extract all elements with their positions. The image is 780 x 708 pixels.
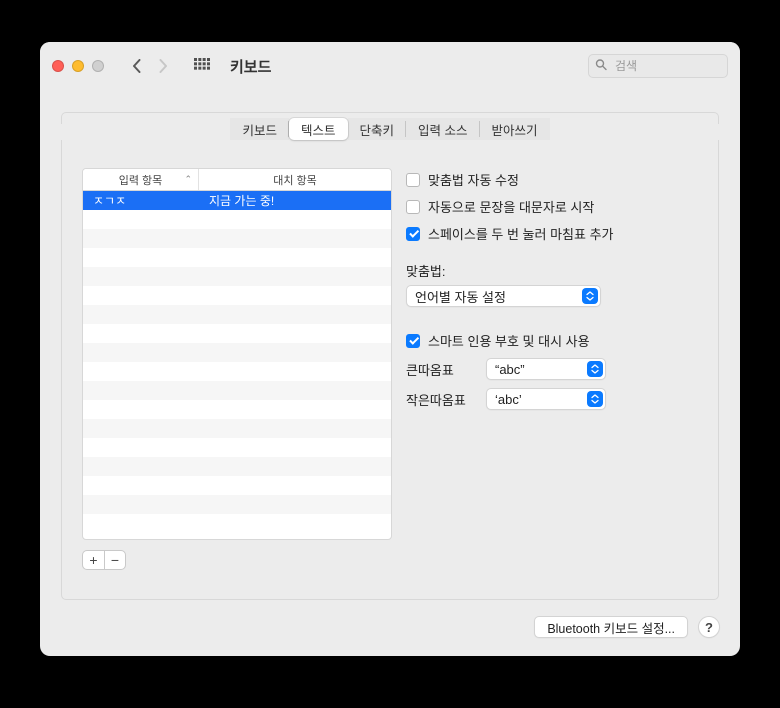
double-space-checkbox[interactable] [406, 227, 420, 241]
table-body[interactable]: ㅈㄱㅈ 지금 가는 중! [83, 191, 391, 539]
main-row: 입력 항목 ⌃ 대치 항목 ㅈㄱㅈ 지금 가는 중! [82, 168, 698, 599]
cell-replace: 지금 가는 중! [199, 191, 391, 210]
select-arrows-icon [587, 361, 603, 377]
single-quote-value: ‘abc’ [495, 392, 522, 407]
spelling-value: 언어별 자동 설정 [415, 287, 506, 306]
traffic-lights [52, 60, 104, 72]
minus-icon: − [111, 552, 119, 568]
table-row[interactable]: ㅈㄱㅈ 지금 가는 중! [83, 191, 391, 210]
help-button[interactable]: ? [698, 616, 720, 638]
option-autocorrect: 맞춤법 자동 수정 [406, 170, 698, 189]
titlebar: 키보드 [40, 42, 740, 90]
table-header: 입력 항목 ⌃ 대치 항목 [83, 169, 391, 191]
select-arrows-icon [582, 288, 598, 304]
double-quote-label: 큰따옴표 [406, 360, 474, 379]
select-arrows-icon [587, 391, 603, 407]
table-row[interactable] [83, 305, 391, 324]
table-row[interactable] [83, 495, 391, 514]
add-button[interactable]: + [82, 550, 104, 570]
table-row[interactable] [83, 267, 391, 286]
table-row[interactable] [83, 286, 391, 305]
single-quote-select[interactable]: ‘abc’ [486, 388, 606, 410]
table-row[interactable] [83, 343, 391, 362]
chevron-right-icon [158, 59, 168, 73]
double-quote-select[interactable]: “abc” [486, 358, 606, 380]
plus-icon: + [89, 552, 97, 568]
tab-keyboard[interactable]: 키보드 [230, 118, 289, 140]
single-quote-row: 작은따옴표 ‘abc’ [406, 388, 698, 410]
spelling-select[interactable]: 언어별 자동 설정 [406, 285, 601, 307]
table-row[interactable] [83, 514, 391, 533]
column-header-input[interactable]: 입력 항목 ⌃ [83, 169, 199, 190]
chevron-left-icon [132, 59, 142, 73]
search-input[interactable] [588, 54, 728, 78]
window-title: 키보드 [230, 56, 271, 77]
minimize-button[interactable] [72, 60, 84, 72]
nav-arrows [126, 55, 174, 77]
grid-icon [194, 58, 210, 74]
remove-button[interactable]: − [104, 550, 126, 570]
search-field-wrap [588, 54, 728, 78]
table-row[interactable] [83, 248, 391, 267]
double-quote-row: 큰따옴표 “abc” [406, 358, 698, 380]
help-icon: ? [705, 620, 713, 635]
content: 키보드 텍스트 단축키 입력 소스 받아쓰기 입력 항목 ⌃ 대치 항목 [40, 90, 740, 616]
table-row[interactable] [83, 229, 391, 248]
double-quote-value: “abc” [495, 362, 525, 377]
table-row[interactable] [83, 362, 391, 381]
segmented-control: 키보드 텍스트 단축키 입력 소스 받아쓰기 [230, 118, 549, 140]
capitalize-label: 자동으로 문장을 대문자로 시작 [428, 197, 594, 216]
capitalize-checkbox[interactable] [406, 200, 420, 214]
replacements-table: 입력 항목 ⌃ 대치 항목 ㅈㄱㅈ 지금 가는 중! [82, 168, 392, 540]
table-row[interactable] [83, 400, 391, 419]
search-icon [595, 59, 607, 74]
sort-caret-icon: ⌃ [184, 174, 192, 185]
forward-button [152, 55, 174, 77]
option-capitalize: 자동으로 문장을 대문자로 시작 [406, 197, 698, 216]
table-row[interactable] [83, 438, 391, 457]
tab-text[interactable]: 텍스트 [289, 118, 348, 140]
table-row[interactable] [83, 324, 391, 343]
smart-quotes-checkbox[interactable] [406, 334, 420, 348]
add-remove-buttons: + − [82, 550, 392, 570]
single-quote-label: 작은따옴표 [406, 390, 474, 409]
group-box: 입력 항목 ⌃ 대치 항목 ㅈㄱㅈ 지금 가는 중! [61, 140, 719, 600]
preferences-window: 키보드 키보드 텍스트 단축키 입력 소스 받아쓰기 [40, 42, 740, 656]
bluetooth-keyboard-button[interactable]: Bluetooth 키보드 설정... [534, 616, 688, 638]
option-smart-quotes: 스마트 인용 부호 및 대시 사용 [406, 331, 698, 350]
left-pane: 입력 항목 ⌃ 대치 항목 ㅈㄱㅈ 지금 가는 중! [82, 168, 392, 599]
autocorrect-checkbox[interactable] [406, 173, 420, 187]
right-pane: 맞춤법 자동 수정 자동으로 문장을 대문자로 시작 스페이스를 두 번 눌러 … [406, 168, 698, 599]
quote-grid: 큰따옴표 “abc” 작은따옴표 ‘abc’ [406, 358, 698, 410]
column-header-replace[interactable]: 대치 항목 [199, 169, 391, 190]
show-all-button[interactable] [192, 56, 212, 76]
spelling-label: 맞춤법: [406, 261, 698, 280]
option-double-space: 스페이스를 두 번 눌러 마침표 추가 [406, 224, 698, 243]
double-space-label: 스페이스를 두 번 눌러 마침표 추가 [428, 224, 614, 243]
table-row[interactable] [83, 457, 391, 476]
tab-input-sources[interactable]: 입력 소스 [406, 118, 479, 140]
cell-input: ㅈㄱㅈ [83, 191, 199, 210]
tabs: 키보드 텍스트 단축키 입력 소스 받아쓰기 [60, 118, 720, 140]
tab-shortcuts[interactable]: 단축키 [348, 118, 407, 140]
zoom-button [92, 60, 104, 72]
back-button[interactable] [126, 55, 148, 77]
tab-dictation[interactable]: 받아쓰기 [480, 118, 550, 140]
autocorrect-label: 맞춤법 자동 수정 [428, 170, 519, 189]
footer: Bluetooth 키보드 설정... ? [40, 616, 740, 656]
bluetooth-keyboard-label: Bluetooth 키보드 설정... [547, 618, 675, 637]
table-row[interactable] [83, 476, 391, 495]
column-header-input-label: 입력 항목 [119, 172, 163, 188]
close-button[interactable] [52, 60, 64, 72]
column-header-replace-label: 대치 항목 [273, 172, 317, 188]
table-row[interactable] [83, 381, 391, 400]
smart-quotes-label: 스마트 인용 부호 및 대시 사용 [428, 331, 590, 350]
table-row[interactable] [83, 419, 391, 438]
table-row[interactable] [83, 210, 391, 229]
